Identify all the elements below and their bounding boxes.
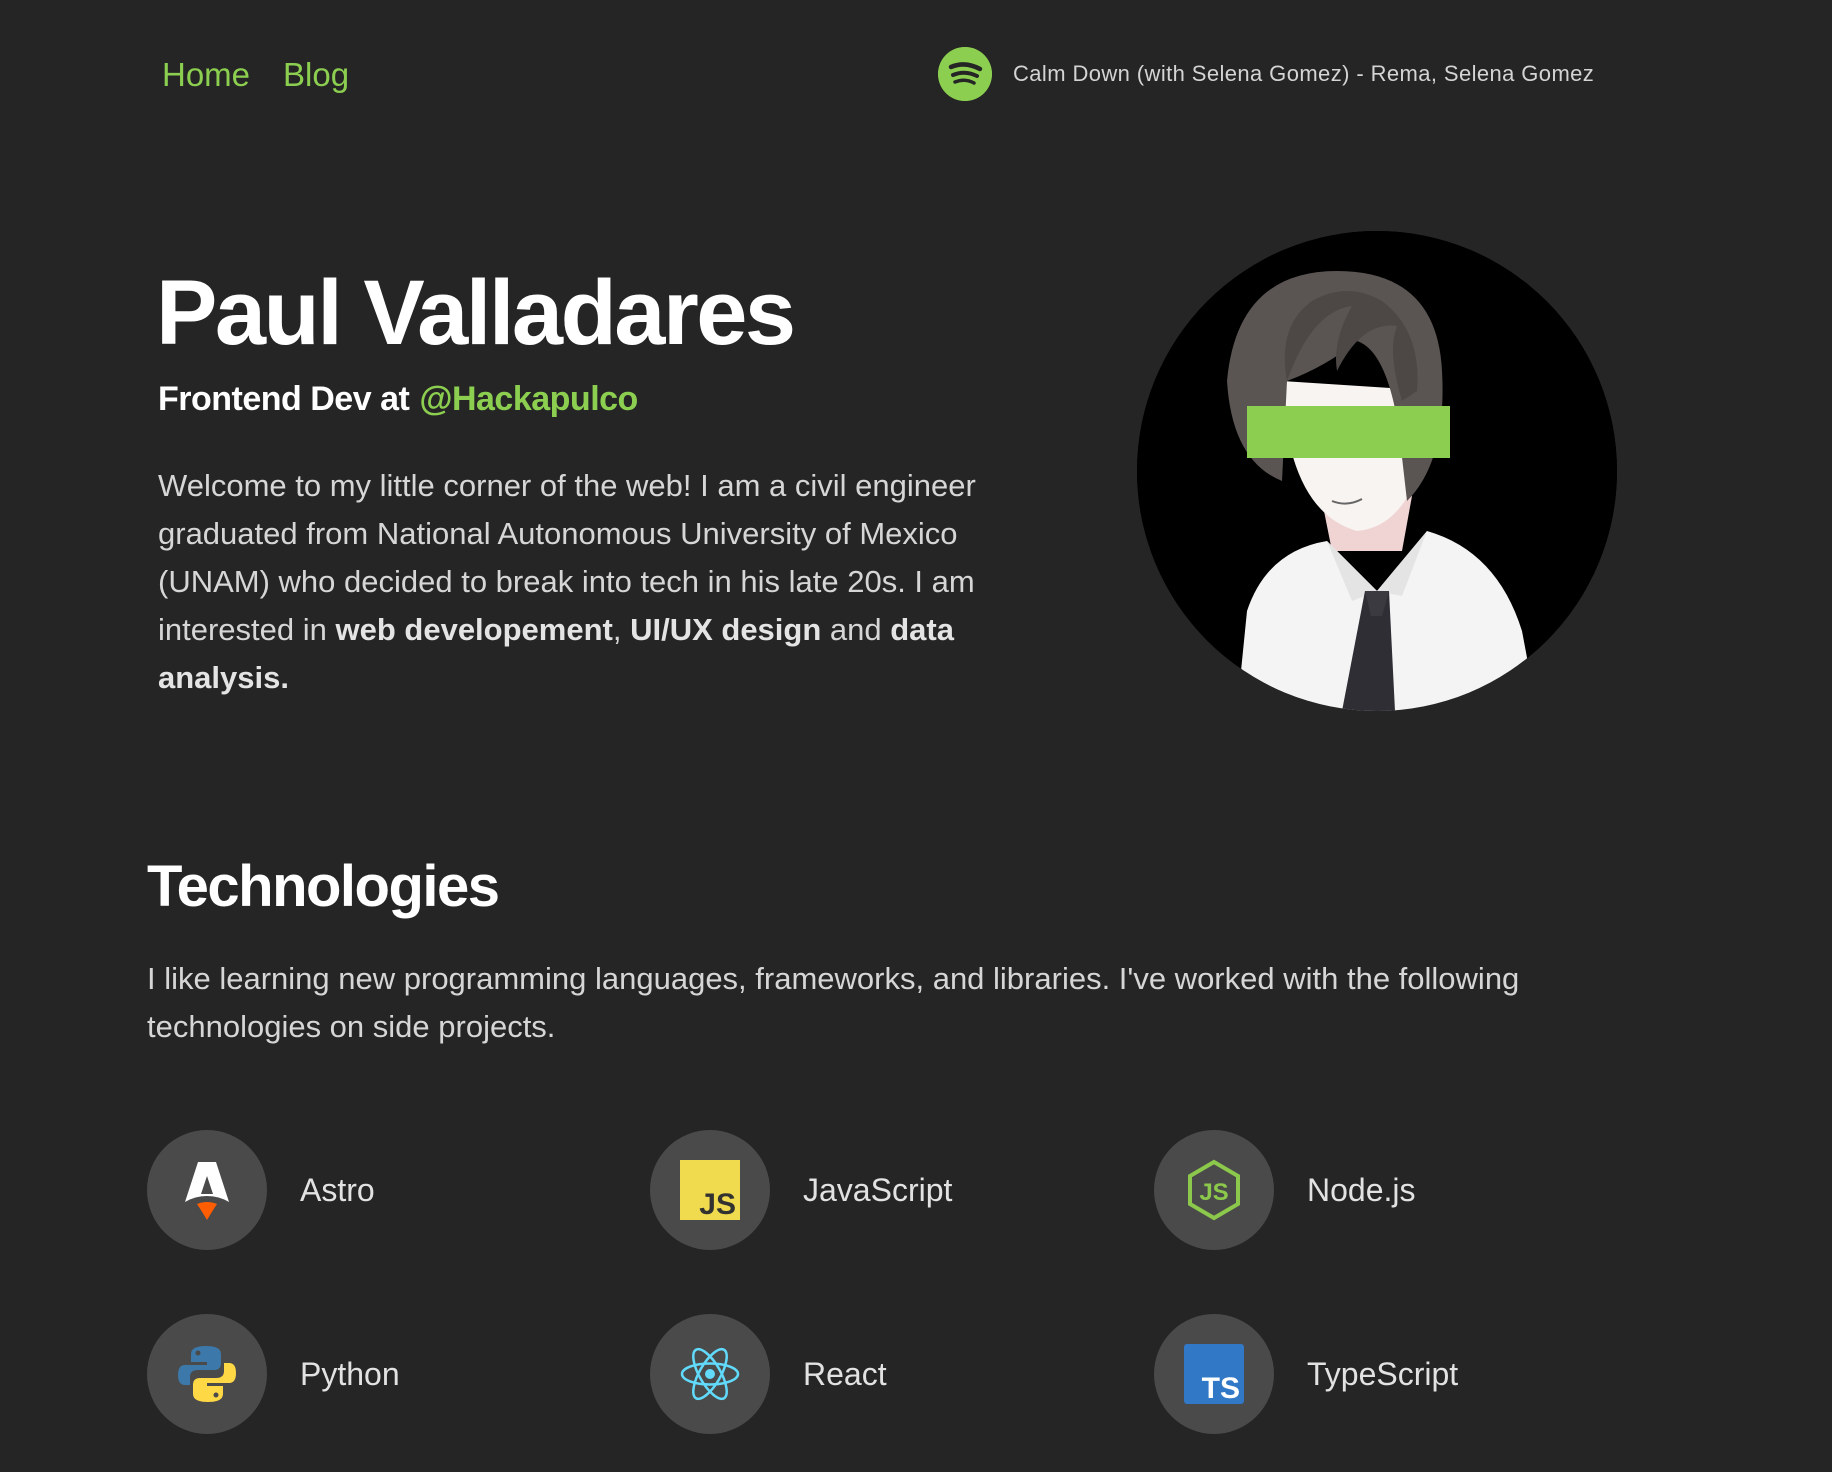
technologies-description: I like learning new programming language… (147, 961, 1520, 1044)
tech-label: Python (300, 1355, 400, 1392)
tech-item-react: React (650, 1314, 887, 1434)
tech-label: TypeScript (1307, 1355, 1459, 1392)
company-link[interactable]: @Hackapulco (419, 380, 638, 418)
svg-text:JS: JS (1199, 1179, 1228, 1206)
typescript-icon: TS (1184, 1344, 1244, 1404)
bio-separator: and (821, 612, 891, 647)
tech-icon-circle (147, 1130, 267, 1250)
main-nav: Home Blog (162, 52, 349, 98)
python-icon (178, 1346, 236, 1402)
bio-separator: , (612, 612, 631, 647)
tech-item-nodejs: JS Node.js (1154, 1130, 1416, 1250)
nodejs-icon: JS (1188, 1159, 1240, 1221)
nav-blog-link[interactable]: Blog (283, 52, 349, 98)
tech-label: JavaScript (803, 1171, 953, 1208)
now-playing-widget[interactable]: Calm Down (with Selena Gomez) - Rema, Se… (938, 47, 1594, 101)
tech-item-astro: Astro (147, 1130, 375, 1250)
tech-label: Astro (300, 1171, 375, 1208)
tech-icon-circle: TS (1154, 1314, 1274, 1434)
interest-web-dev: web developement (335, 612, 613, 647)
technologies-heading: Technologies (147, 854, 500, 919)
now-playing-track[interactable]: Calm Down (with Selena Gomez) - Rema, Se… (1013, 61, 1594, 87)
tech-item-typescript: TS TypeScript (1154, 1314, 1458, 1434)
bio-paragraph: Welcome to my little corner of the web! … (158, 462, 1038, 702)
tech-label: React (803, 1355, 887, 1392)
tech-icon-circle: JS (650, 1130, 770, 1250)
avatar-illustration (1137, 231, 1617, 711)
avatar (1137, 231, 1617, 711)
svg-text:TS: TS (1202, 1372, 1240, 1404)
nav-home-link[interactable]: Home (162, 52, 250, 98)
spotify-icon (938, 47, 992, 101)
tech-icon-circle (650, 1314, 770, 1434)
tech-item-javascript: JS JavaScript (650, 1130, 952, 1250)
javascript-icon: JS (680, 1160, 740, 1220)
bio-end: . (280, 660, 289, 695)
interest-ui-ux: UI/UX design (630, 612, 822, 647)
tech-icon-circle (147, 1314, 267, 1434)
tech-icon-circle: JS (1154, 1130, 1274, 1250)
astro-icon (185, 1162, 229, 1220)
tech-label: Node.js (1307, 1171, 1416, 1208)
svg-text:JS: JS (699, 1188, 736, 1220)
page-title: Paul Valladares (156, 262, 796, 364)
tech-item-python: Python (147, 1314, 400, 1434)
job-title: Frontend Dev at @Hackapulco (158, 380, 638, 419)
role-text: Frontend Dev at (158, 380, 410, 418)
react-icon (680, 1347, 740, 1401)
